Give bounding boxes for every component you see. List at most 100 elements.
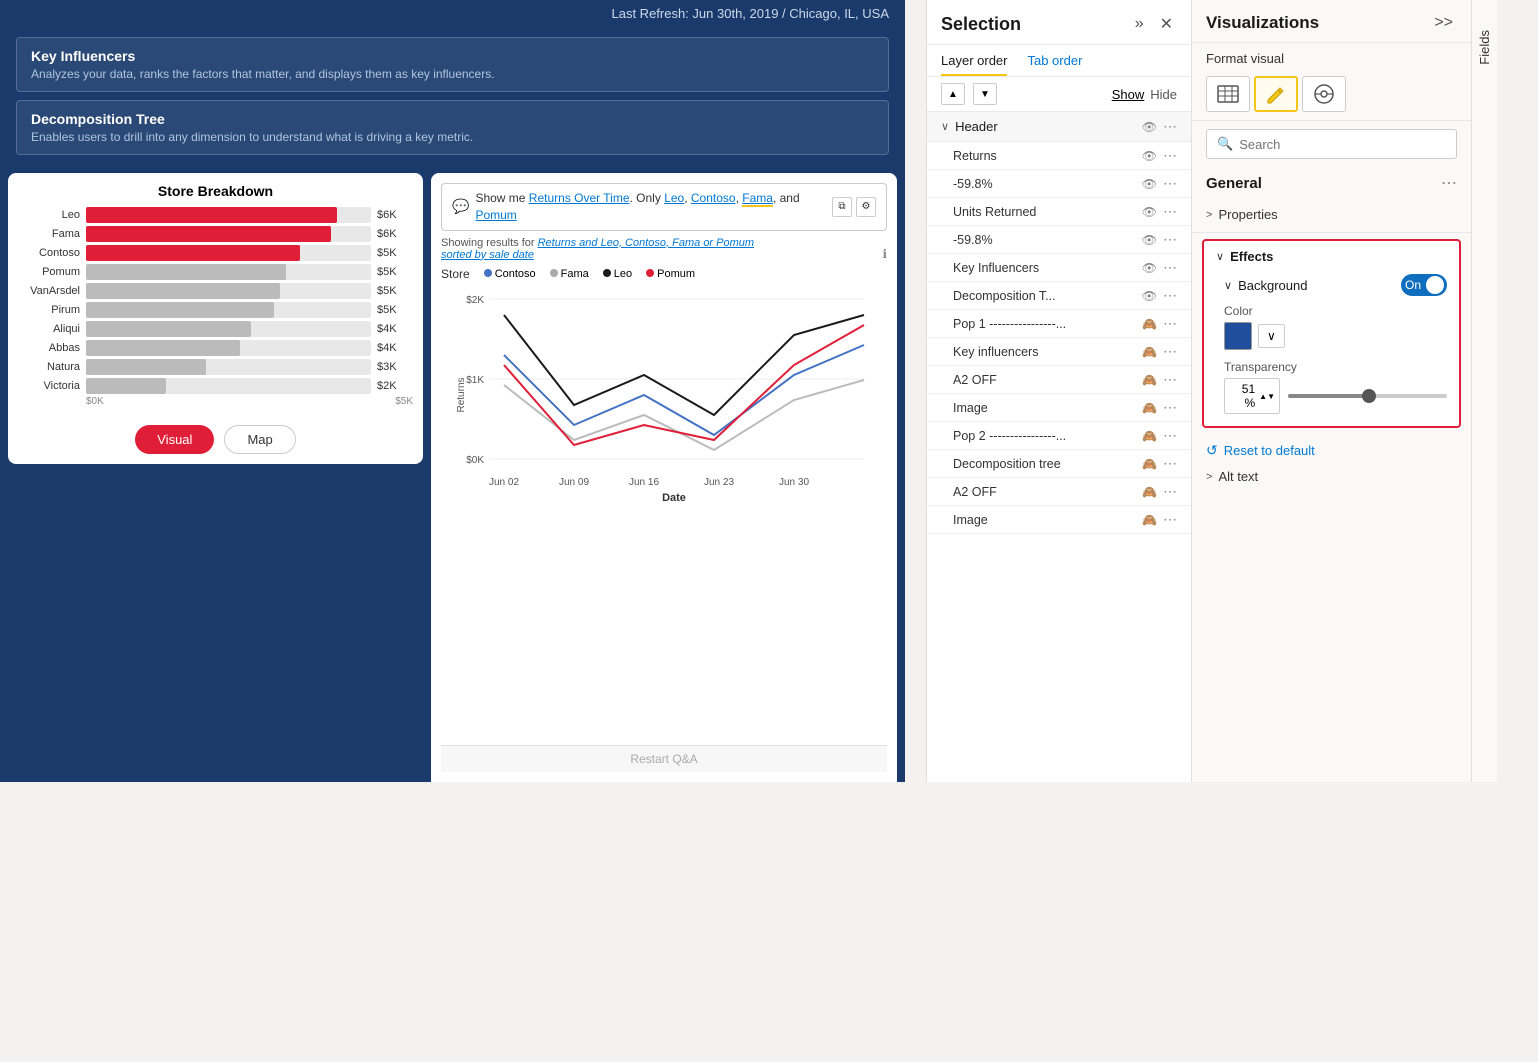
bg-chevron: ∨: [1224, 279, 1232, 292]
restart-qa-bar[interactable]: Restart Q&A: [441, 745, 887, 772]
item-dots[interactable]: ⋯: [1163, 399, 1177, 416]
leo-link[interactable]: Leo: [664, 191, 684, 205]
key-influencers-item[interactable]: Key Influencers Analyzes your data, rank…: [16, 37, 889, 92]
eye-slash-icon[interactable]: 🙈: [1142, 401, 1157, 415]
item-dots[interactable]: ⋯: [1163, 455, 1177, 472]
list-item[interactable]: Image 🙈 ⋯: [927, 394, 1191, 422]
fama-legend: Fama: [550, 268, 589, 280]
bar-label: VanArsdel: [18, 285, 80, 297]
eye-icon[interactable]: 👁: [1142, 233, 1157, 247]
item-icons: 👁 ⋯: [1142, 175, 1177, 192]
item-dots[interactable]: ⋯: [1163, 371, 1177, 388]
eye-slash-icon[interactable]: 🙈: [1142, 457, 1157, 471]
eye-slash-icon[interactable]: 🙈: [1142, 317, 1157, 331]
color-dropdown-btn[interactable]: ∨: [1258, 324, 1285, 348]
background-toggle[interactable]: On: [1401, 274, 1447, 296]
pomum-legend: Pomum: [646, 268, 695, 280]
transparency-controls: 51 % ▲▼: [1224, 378, 1447, 414]
svg-text:$0K: $0K: [466, 455, 484, 466]
map-tab[interactable]: Map: [224, 425, 295, 454]
expand-btn[interactable]: »: [1131, 13, 1148, 35]
item-dots[interactable]: ⋯: [1163, 175, 1177, 192]
close-btn[interactable]: ✕: [1156, 12, 1177, 36]
move-down-btn[interactable]: ▼: [973, 83, 997, 105]
move-up-btn[interactable]: ▲: [941, 83, 965, 105]
group-eye-icon[interactable]: 👁: [1142, 120, 1157, 134]
eye-icon[interactable]: 👁: [1142, 289, 1157, 303]
item-icons: 👁 ⋯: [1142, 259, 1177, 276]
list-item[interactable]: Pop 1 ----------------... 🙈 ⋯: [927, 310, 1191, 338]
tab-order-tab[interactable]: Tab order: [1027, 45, 1082, 76]
alt-text-row[interactable]: > Alt text: [1192, 463, 1471, 490]
fama-link[interactable]: Fama: [742, 191, 773, 207]
eye-icon[interactable]: 👁: [1142, 261, 1157, 275]
item-name: Image: [953, 513, 1142, 527]
list-item[interactable]: -59.8% 👁 ⋯: [927, 170, 1191, 198]
bar-track: [86, 207, 371, 223]
group-chevron: ∨: [941, 120, 949, 133]
format-icon-btn[interactable]: [1254, 76, 1298, 112]
list-item[interactable]: Decomposition T... 👁 ⋯: [927, 282, 1191, 310]
properties-row[interactable]: > Properties: [1192, 201, 1471, 228]
eye-icon[interactable]: 👁: [1142, 205, 1157, 219]
contoso-link[interactable]: Contoso: [691, 191, 736, 205]
list-item[interactable]: Returns 👁 ⋯: [927, 142, 1191, 170]
group-dots-icon[interactable]: ⋯: [1163, 118, 1177, 135]
list-item[interactable]: Pop 2 ----------------... 🙈 ⋯: [927, 422, 1191, 450]
eye-slash-icon[interactable]: 🙈: [1142, 373, 1157, 387]
list-item[interactable]: A2 OFF 🙈 ⋯: [927, 478, 1191, 506]
show-btn[interactable]: Show: [1112, 87, 1145, 102]
eye-icon[interactable]: 👁: [1142, 149, 1157, 163]
toggle-on-label: On: [1405, 278, 1421, 292]
eye-slash-icon[interactable]: 🙈: [1142, 513, 1157, 527]
item-dots[interactable]: ⋯: [1163, 427, 1177, 444]
list-item[interactable]: -59.8% 👁 ⋯: [927, 226, 1191, 254]
item-dots[interactable]: ⋯: [1163, 259, 1177, 276]
svg-text:Jun 16: Jun 16: [629, 477, 659, 488]
hide-btn[interactable]: Hide: [1150, 87, 1177, 102]
list-item[interactable]: Decomposition tree 🙈 ⋯: [927, 450, 1191, 478]
bar-label: Pirum: [18, 304, 80, 316]
item-dots[interactable]: ⋯: [1163, 203, 1177, 220]
returns-link[interactable]: Returns Over Time: [529, 191, 630, 205]
item-dots[interactable]: ⋯: [1163, 483, 1177, 500]
copy-icon[interactable]: ⧉: [832, 197, 852, 217]
showing-label: Showing results for: [441, 237, 538, 249]
header-group[interactable]: ∨ Header 👁 ⋯: [927, 112, 1191, 142]
list-item[interactable]: Key Influencers 👁 ⋯: [927, 254, 1191, 282]
list-item[interactable]: Units Returned 👁 ⋯: [927, 198, 1191, 226]
pct-arrows[interactable]: ▲▼: [1259, 392, 1275, 401]
table-icon-btn[interactable]: [1206, 76, 1250, 112]
eye-icon[interactable]: 👁: [1142, 177, 1157, 191]
list-item[interactable]: Key influencers 🙈 ⋯: [927, 338, 1191, 366]
eye-slash-icon[interactable]: 🙈: [1142, 485, 1157, 499]
transparency-slider[interactable]: [1288, 394, 1447, 398]
analytics-icon-btn[interactable]: [1302, 76, 1346, 112]
effects-header[interactable]: ∨ Effects: [1204, 241, 1459, 270]
visual-tab[interactable]: Visual: [135, 425, 214, 454]
eye-slash-icon[interactable]: 🙈: [1142, 429, 1157, 443]
general-dots[interactable]: ⋯: [1441, 173, 1457, 193]
list-item[interactable]: A2 OFF 🙈 ⋯: [927, 366, 1191, 394]
item-dots[interactable]: ⋯: [1163, 315, 1177, 332]
fields-tab[interactable]: Fields: [1477, 30, 1492, 65]
decomposition-tree-item[interactable]: Decomposition Tree Enables users to dril…: [16, 100, 889, 155]
search-input[interactable]: [1239, 137, 1446, 152]
item-dots[interactable]: ⋯: [1163, 287, 1177, 304]
pomum-link[interactable]: Pomum: [475, 208, 516, 222]
layer-order-tab[interactable]: Layer order: [941, 45, 1007, 76]
bar-label: Contoso: [18, 247, 80, 259]
list-item[interactable]: Image 🙈 ⋯: [927, 506, 1191, 534]
item-dots[interactable]: ⋯: [1163, 147, 1177, 164]
viz-expand-btn[interactable]: >>: [1430, 12, 1457, 34]
item-dots[interactable]: ⋯: [1163, 511, 1177, 528]
pct-input[interactable]: 51 % ▲▼: [1224, 378, 1280, 414]
color-swatch[interactable]: [1224, 322, 1252, 350]
slider-thumb[interactable]: [1362, 389, 1376, 403]
settings-icon[interactable]: ⚙: [856, 197, 876, 217]
item-dots[interactable]: ⋯: [1163, 231, 1177, 248]
reset-row[interactable]: ↺ Reset to default: [1192, 434, 1471, 463]
item-dots[interactable]: ⋯: [1163, 343, 1177, 360]
effects-label: Effects: [1230, 249, 1273, 264]
eye-slash-icon[interactable]: 🙈: [1142, 345, 1157, 359]
